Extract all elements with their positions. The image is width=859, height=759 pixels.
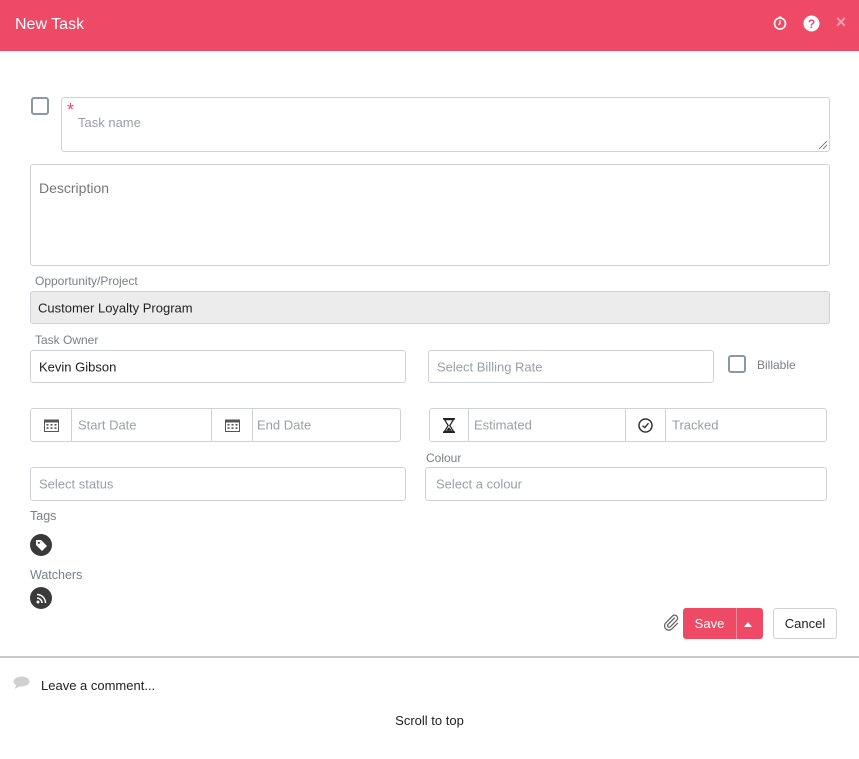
description-input[interactable]: Description: [30, 164, 830, 266]
description-placeholder: Description: [39, 180, 110, 196]
colour-placeholder: Select a colour: [436, 476, 522, 492]
calendar-icon[interactable]: [31, 409, 72, 441]
divider: [0, 656, 859, 658]
separator: [736, 608, 737, 639]
comment-icon: [13, 676, 30, 695]
timer-icon[interactable]: [771, 14, 789, 32]
paperclip-icon[interactable]: [662, 613, 682, 633]
scroll-to-top-link[interactable]: Scroll to top: [0, 713, 859, 728]
task-complete-checkbox[interactable]: [31, 97, 49, 115]
close-icon[interactable]: ×: [832, 12, 850, 32]
tags-label: Tags: [30, 509, 57, 523]
end-date-input[interactable]: End Date: [257, 418, 311, 433]
task-owner-select[interactable]: Kevin Gibson: [30, 350, 406, 383]
rss-icon[interactable]: [30, 587, 52, 609]
tracked-input[interactable]: Tracked: [672, 418, 718, 433]
time-group: Estimated Tracked: [429, 408, 827, 442]
opportunity-field: Customer Loyalty Program: [30, 291, 830, 324]
save-button[interactable]: Save: [683, 608, 763, 639]
task-name-input[interactable]: * Task name: [61, 97, 830, 152]
opportunity-value: Customer Loyalty Program: [38, 300, 193, 315]
save-label: Save: [694, 616, 725, 631]
task-owner-label: Task Owner: [35, 333, 99, 347]
resize-handle-icon[interactable]: [819, 141, 827, 149]
hourglass-icon: [430, 409, 469, 441]
billable-checkbox[interactable]: [728, 355, 746, 373]
cancel-button[interactable]: Cancel: [773, 608, 837, 639]
estimated-input[interactable]: Estimated: [474, 418, 532, 433]
billing-rate-placeholder: Select Billing Rate: [437, 359, 543, 374]
modal-header: New Task ? ×: [0, 0, 859, 51]
help-icon[interactable]: ?: [802, 14, 820, 32]
billable-label: Billable: [757, 358, 796, 372]
opportunity-label: Opportunity/Project: [35, 274, 138, 288]
colour-label: Colour: [426, 451, 462, 465]
clock-icon: [626, 409, 666, 441]
date-range-group: Start Date End Date: [30, 408, 401, 442]
calendar-icon[interactable]: [212, 409, 253, 441]
start-date-input[interactable]: Start Date: [78, 418, 137, 433]
task-owner-value: Kevin Gibson: [39, 359, 117, 374]
colour-select[interactable]: Select a colour: [425, 467, 827, 501]
status-placeholder: Select status: [39, 476, 114, 492]
status-select[interactable]: Select status: [30, 467, 406, 501]
modal-title: New Task: [15, 16, 85, 33]
svg-text:?: ?: [807, 16, 814, 30]
watchers-label: Watchers: [30, 568, 83, 582]
task-name-placeholder: Task name: [78, 115, 141, 130]
required-mark: *: [67, 100, 75, 120]
comment-input[interactable]: Leave a comment...: [41, 678, 155, 693]
caret-up-icon[interactable]: [744, 622, 752, 627]
billing-rate-select[interactable]: Select Billing Rate: [428, 350, 714, 383]
tag-icon[interactable]: [30, 534, 52, 556]
